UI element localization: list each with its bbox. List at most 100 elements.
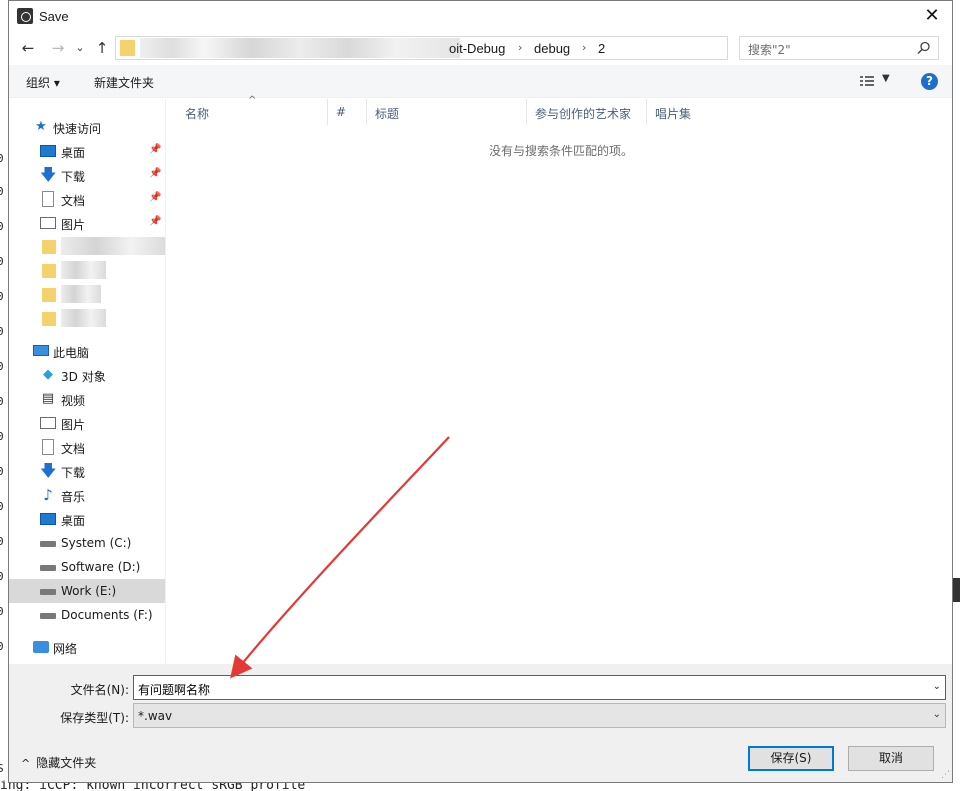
cube-icon: ◆ — [43, 367, 53, 382]
navigation-pane: ★ 快速访问 桌面 📌 🡇 下载 📌 文档 📌 图片 📌 此电脑 ◆ 3D 对象… — [9, 99, 166, 663]
filetype-select[interactable]: *.wav ⌄ — [133, 703, 946, 728]
chevron-down-icon[interactable]: ⌄ — [933, 681, 941, 692]
title-bar: Save ✕ — [9, 1, 952, 32]
desktop-icon — [40, 513, 56, 525]
resize-grip-icon[interactable]: ⋰ — [941, 770, 950, 780]
new-folder-button[interactable]: 新建文件夹 — [94, 74, 154, 91]
column-header-name[interactable]: 名称 — [177, 99, 328, 125]
column-header-title[interactable]: 标题 — [367, 99, 527, 125]
breadcrumb-debug[interactable]: debug — [534, 41, 570, 56]
sidebar-item-3d-objects[interactable]: ◆ 3D 对象 — [9, 363, 165, 387]
empty-results-message: 没有与搜索条件匹配的项。 — [489, 144, 634, 158]
sidebar-item-documents-pc[interactable]: 文档 — [9, 435, 165, 459]
network-icon — [33, 641, 49, 653]
search-icon[interactable] — [916, 40, 932, 56]
filename-input[interactable]: 有问题啊名称 ⌄ — [133, 675, 946, 700]
column-header-number[interactable]: # — [328, 99, 367, 125]
sidebar-item-downloads[interactable]: 🡇 下载 📌 — [9, 163, 165, 187]
drive-icon — [40, 613, 56, 619]
navigation-bar: ← → ⌄ ↑ oit-Debug › debug › 2 ⌄ ↻ 搜索"2" — [9, 34, 952, 62]
breadcrumb-separator[interactable]: › — [582, 41, 586, 54]
up-button[interactable]: ↑ — [93, 38, 111, 58]
sidebar-item-drive-f[interactable]: Documents (F:) — [9, 603, 165, 627]
column-header-artists[interactable]: 参与创作的艺术家 — [527, 99, 647, 125]
app-icon — [17, 8, 33, 24]
picture-icon — [40, 417, 56, 429]
sidebar-item-drive-e[interactable]: Work (E:) — [9, 579, 165, 603]
sidebar-item-desktop[interactable]: 桌面 📌 — [9, 139, 165, 163]
folder-icon — [42, 240, 56, 254]
pin-icon[interactable]: 📌 — [149, 144, 161, 155]
sidebar-item-music[interactable]: ♪ 音乐 — [9, 483, 165, 507]
chevron-down-icon[interactable]: ⌄ — [933, 709, 941, 720]
redacted-label — [61, 309, 106, 327]
sidebar-item-redacted-folder[interactable] — [9, 235, 165, 259]
breadcrumb-partial[interactable]: oit-Debug — [449, 41, 505, 56]
sidebar-item-redacted-folder[interactable] — [9, 307, 165, 331]
sidebar-item-downloads-pc[interactable]: 🡇 下载 — [9, 459, 165, 483]
filename-label: 文件名(N): — [70, 683, 129, 697]
save-button[interactable]: 保存(S) — [748, 746, 834, 771]
help-icon[interactable]: ? — [921, 73, 938, 90]
command-toolbar: 组织 ▾ 新建文件夹 ▼ ? — [9, 65, 952, 98]
pin-icon[interactable]: 📌 — [149, 216, 161, 227]
forward-button[interactable]: → — [49, 38, 67, 58]
hide-folders-toggle[interactable]: ^ 隐藏文件夹 — [21, 754, 96, 771]
filename-value: 有问题啊名称 — [138, 683, 211, 697]
redacted-label — [61, 237, 165, 255]
recent-locations-button[interactable]: ⌄ — [71, 38, 89, 58]
organize-menu[interactable]: 组织 ▾ — [26, 74, 60, 91]
sidebar-item-quick-access[interactable]: ★ 快速访问 — [9, 115, 165, 139]
sidebar-item-pictures-pc[interactable]: 图片 — [9, 411, 165, 435]
film-icon: ▤ — [41, 391, 55, 406]
window-title: Save — [39, 9, 69, 24]
sidebar-item-videos[interactable]: ▤ 视频 — [9, 387, 165, 411]
star-icon: ★ — [35, 119, 47, 134]
redacted-path — [140, 38, 460, 58]
column-header-album[interactable]: 唱片集 — [647, 99, 777, 125]
folder-icon — [42, 264, 56, 278]
view-options-icon[interactable] — [859, 74, 875, 88]
sidebar-item-drive-c[interactable]: System (C:) — [9, 531, 165, 555]
folder-icon — [42, 312, 56, 326]
sidebar-item-pictures[interactable]: 图片 📌 — [9, 211, 165, 235]
sidebar-item-this-pc[interactable]: 此电脑 — [9, 339, 165, 363]
breadcrumb-2[interactable]: 2 — [598, 41, 605, 56]
hide-folders-label: 隐藏文件夹 — [36, 756, 97, 770]
document-icon — [42, 191, 54, 207]
filetype-value: *.wav — [138, 709, 173, 723]
save-dialog: Save ✕ ← → ⌄ ↑ oit-Debug › debug › 2 ⌄ ↻… — [8, 0, 953, 783]
download-arrow-icon: 🡇 — [40, 165, 57, 184]
computer-icon — [33, 345, 49, 356]
redacted-label — [61, 261, 106, 279]
save-options-panel: 文件名(N): 有问题啊名称 ⌄ 保存类型(T): *.wav ⌄ ^ 隐藏文件夹… — [9, 664, 952, 782]
back-button[interactable]: ← — [19, 38, 37, 58]
close-button[interactable]: ✕ — [912, 1, 952, 32]
sidebar-item-redacted-folder[interactable] — [9, 259, 165, 283]
sidebar-item-network[interactable]: 网络 — [9, 635, 165, 659]
music-note-icon: ♪ — [43, 486, 53, 504]
breadcrumb-separator[interactable]: › — [518, 41, 522, 54]
sidebar-item-drive-d[interactable]: Software (D:) — [9, 555, 165, 579]
file-list: ^ 名称 # 标题 参与创作的艺术家 唱片集 没有与搜索条件匹配的项。 — [167, 95, 952, 663]
sidebar-item-redacted-folder[interactable] — [9, 283, 165, 307]
sidebar-item-documents[interactable]: 文档 📌 — [9, 187, 165, 211]
address-bar[interactable]: oit-Debug › debug › 2 ⌄ ↻ — [115, 36, 830, 60]
drive-icon — [40, 589, 56, 595]
sidebar-item-desktop-pc[interactable]: 桌面 — [9, 507, 165, 531]
pin-icon[interactable]: 📌 — [149, 168, 161, 179]
redacted-label — [61, 285, 101, 303]
folder-icon — [120, 40, 135, 56]
picture-icon — [40, 217, 56, 229]
drive-icon — [40, 541, 56, 547]
drive-icon — [40, 565, 56, 571]
view-dropdown-button[interactable]: ▼ — [882, 73, 890, 84]
search-placeholder: 搜索"2" — [748, 43, 791, 57]
pin-icon[interactable]: 📌 — [149, 192, 161, 203]
cancel-button[interactable]: 取消 — [848, 746, 934, 771]
document-icon — [42, 439, 54, 455]
filetype-label: 保存类型(T): — [60, 711, 129, 725]
background-line-numbers: 0 0 0 0 0 0 0 0 0 0 0 0 0 0 0 S — [0, 0, 8, 791]
desktop-icon — [40, 145, 56, 157]
search-input[interactable]: 搜索"2" — [739, 36, 939, 60]
